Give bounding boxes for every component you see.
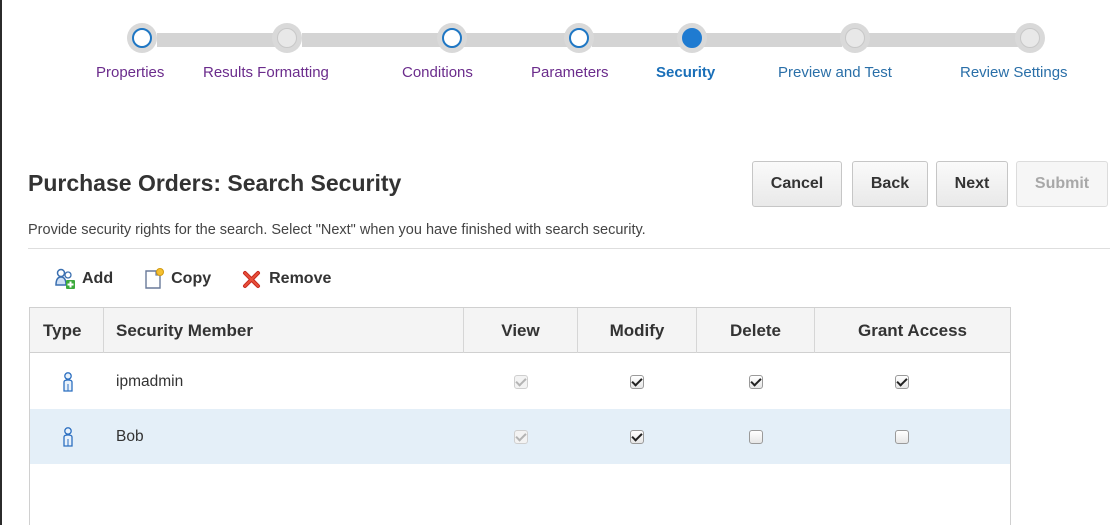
table-row[interactable]: Bob — [30, 409, 1010, 464]
step-dot-preview-and-test[interactable] — [840, 23, 870, 53]
step-dot-conditions[interactable] — [437, 23, 467, 53]
submit-button: Submit — [1016, 161, 1108, 207]
train-connector — [702, 33, 842, 47]
modify-checkbox[interactable] — [630, 430, 644, 444]
step-dot-parameters[interactable] — [564, 23, 594, 53]
security-member-name: Bob — [116, 428, 144, 445]
security-member-name: ipmadmin — [116, 373, 184, 390]
copy-button[interactable]: Copy — [143, 268, 211, 290]
column-header-grant-access[interactable]: Grant Access — [815, 308, 1010, 353]
cancel-button[interactable]: Cancel — [752, 161, 842, 207]
view-checkbox — [514, 430, 528, 444]
next-button[interactable]: Next — [936, 161, 1008, 207]
security-table: Type Security Member View Modify Delete … — [29, 307, 1011, 525]
copy-label: Copy — [171, 270, 212, 287]
window-frame: Properties Results Formatting Conditions… — [0, 0, 1110, 525]
view-checkbox — [514, 375, 528, 389]
divider — [28, 248, 1110, 249]
column-header-view[interactable]: View — [464, 308, 578, 353]
add-user-icon — [55, 268, 75, 289]
step-label-preview-and-test[interactable]: Preview and Test — [778, 64, 892, 81]
train-connector — [302, 33, 442, 47]
step-label-security: Security — [656, 64, 716, 81]
back-button[interactable]: Back — [852, 161, 928, 207]
toolbar: Add Copy Remove — [54, 266, 361, 292]
add-label: Add — [82, 270, 114, 287]
train-connector — [457, 33, 577, 47]
instructions-text: Provide security rights for the search. … — [28, 222, 646, 238]
modify-checkbox[interactable] — [630, 375, 644, 389]
copy-icon — [145, 268, 165, 289]
column-header-delete[interactable]: Delete — [697, 308, 815, 353]
step-dot-results-formatting[interactable] — [272, 23, 302, 53]
delete-checkbox[interactable] — [749, 430, 763, 444]
step-dot-properties[interactable] — [127, 23, 157, 53]
table-row[interactable]: ipmadmin — [30, 354, 1010, 409]
step-label-conditions[interactable]: Conditions — [402, 64, 473, 81]
grant-access-checkbox[interactable] — [895, 375, 909, 389]
user-icon — [63, 427, 73, 447]
column-header-security-member[interactable]: Security Member — [104, 308, 464, 353]
step-dot-security — [677, 23, 707, 53]
remove-label: Remove — [269, 270, 332, 287]
remove-x-icon — [243, 271, 261, 288]
wizard-train: Properties Results Formatting Conditions… — [2, 0, 1110, 100]
train-connector — [592, 33, 682, 47]
delete-checkbox[interactable] — [749, 375, 763, 389]
step-label-parameters[interactable]: Parameters — [531, 64, 609, 81]
table-header: Type Security Member View Modify Delete … — [30, 308, 1010, 353]
step-dot-review-settings[interactable] — [1015, 23, 1045, 53]
step-label-review-settings[interactable]: Review Settings — [960, 64, 1068, 81]
train-connector — [862, 33, 1022, 47]
step-label-properties[interactable]: Properties — [96, 64, 164, 81]
user-icon — [63, 372, 73, 392]
step-label-results-formatting[interactable]: Results Formatting — [203, 64, 329, 81]
remove-button[interactable]: Remove — [241, 268, 331, 290]
column-header-modify[interactable]: Modify — [578, 308, 697, 353]
column-header-type[interactable]: Type — [30, 308, 104, 353]
grant-access-checkbox[interactable] — [895, 430, 909, 444]
page-title: Purchase Orders: Search Security — [28, 170, 402, 196]
add-button[interactable]: Add — [54, 268, 113, 290]
train-connector — [157, 33, 277, 47]
